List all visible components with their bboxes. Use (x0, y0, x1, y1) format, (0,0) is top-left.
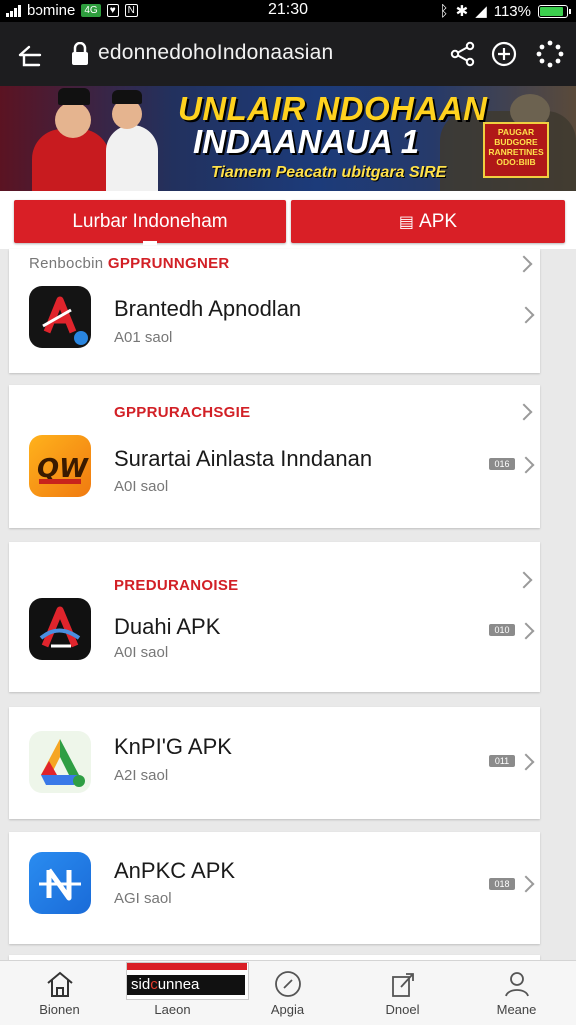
app-subtitle: AGI saol (114, 890, 172, 907)
back-icon[interactable] (14, 40, 44, 70)
app-subtitle: A01 saol (114, 329, 173, 346)
bottom-navigation: Bionen Laeon Apgia Dnoel Meane (0, 960, 576, 1025)
app-tag: 016 (489, 458, 515, 470)
app-title: Duahi APK (114, 614, 221, 639)
banner-subheadline: INDAANAUA 1 (193, 123, 420, 160)
app-title: AnPKC APK (114, 858, 236, 883)
section-title: GPPRUNNGNER (107, 255, 230, 272)
tab-bar: Lurbar Indoneham ▤ APK (0, 191, 576, 249)
chevron-right-icon[interactable] (517, 306, 535, 324)
nav-learn-label: Laeon (154, 1002, 191, 1017)
overlay-text-red: c (150, 976, 158, 993)
status-bar: bɔmine 4G ♥ N 21:30 ᛒ ✱ ◢ 113% (0, 0, 576, 22)
person-cap-1 (58, 88, 90, 105)
app-subtitle: A0I saol (114, 644, 169, 661)
chevron-right-icon[interactable] (515, 571, 533, 589)
nav-download[interactable]: Dnoel (345, 961, 460, 1025)
app-card-5[interactable]: AnPKC APK AGI saol 018 (9, 832, 540, 944)
section-prefix: Renbocbin (29, 255, 104, 272)
app-card-4[interactable]: KnPI'G APK A2I saol 011 (9, 707, 540, 819)
promo-banner[interactable]: UNLAIR NDOHAAN INDAANAUA 1 Tiamem Peacat… (0, 86, 576, 191)
bluetooth-icon: ᛒ (439, 2, 449, 20)
app-icon-2: QW (29, 435, 91, 497)
tab-indonesian[interactable]: Lurbar Indoneham (14, 200, 286, 245)
nav-home[interactable]: Bionen (2, 961, 117, 1025)
app-subtitle: A2I saol (114, 767, 169, 784)
overlay-text-pre: sid (131, 976, 151, 993)
url-text[interactable]: edonnedohoIndonaasian (98, 41, 333, 65)
battery-icon (538, 4, 571, 18)
app-title: Brantedh Apnodlan (114, 296, 302, 321)
nav-overlay-banner: sidcunnea (126, 962, 249, 1000)
chevron-right-icon[interactable] (515, 403, 533, 421)
person-figure-1 (32, 129, 110, 191)
app-title: Surartai Ainlasta Inndanan (114, 446, 373, 471)
home-icon (47, 971, 73, 997)
app-subtitle: A0I saol (114, 478, 169, 495)
active-tab-indicator (143, 241, 157, 245)
app-tag: 011 (489, 755, 515, 767)
menu-dots-icon[interactable] (535, 39, 565, 69)
person-head-1 (55, 102, 91, 138)
section-header-1: Renbocbin GPPRUNNGNER (29, 255, 230, 272)
tab-apk[interactable]: ▤ APK (291, 200, 565, 243)
nav-profile[interactable]: Meane (459, 961, 574, 1025)
bluetooth-icon-2: ✱ (455, 3, 469, 20)
section-header-3: PREDURANOISE (114, 577, 239, 594)
app-title: KnPI'G APK (114, 734, 232, 759)
section-header-2: GPPRURACHSGIE (114, 404, 251, 421)
chevron-right-icon[interactable] (517, 456, 535, 474)
app-card-2[interactable]: GPPRURACHSGIE QW Surartai Ainlasta Innda… (9, 385, 540, 528)
overlay-text: sidcunnea (127, 975, 245, 995)
person-figure-2 (106, 125, 158, 191)
app-icon-1 (29, 286, 91, 348)
nav-home-label: Bionen (39, 1002, 80, 1017)
chevron-right-icon[interactable] (517, 753, 535, 771)
app-icon-5 (29, 852, 91, 914)
person-cap-2 (112, 90, 142, 104)
nav-download-label: Dnoel (385, 1002, 420, 1017)
lock-icon (72, 42, 88, 65)
apk-icon: ▤ (398, 213, 415, 231)
app-card-3[interactable]: PREDURANOISE Duahi APK A0I saol 010 (9, 542, 540, 692)
banner-badge: PAUGAR BUDGORE RANRETINES ODO:BIIB (483, 122, 549, 178)
app-card-1[interactable]: Renbocbin GPPRUNNGNER Brantedh Apnodlan … (9, 249, 540, 373)
add-tab-icon[interactable] (489, 39, 519, 69)
compass-icon (275, 971, 301, 997)
banner-tagline: Tiamem Peacatn ubitgara SIRE (211, 164, 447, 181)
share-box-icon (392, 973, 414, 997)
nav-apps-label: Apgia (270, 1002, 305, 1017)
nav-profile-label: Meane (496, 1002, 537, 1017)
browser-url-bar: edonnedohoIndonaasian (0, 22, 576, 86)
tab-indonesian-label: Lurbar Indoneham (72, 210, 228, 232)
chevron-right-icon[interactable] (515, 255, 533, 273)
wifi-signal-icon: ◢ (475, 3, 487, 20)
chevron-right-icon[interactable] (517, 622, 535, 640)
app-tag: 018 (489, 878, 515, 890)
app-tag: 010 (489, 624, 515, 636)
chevron-right-icon[interactable] (517, 875, 535, 893)
profile-icon (505, 972, 529, 997)
tab-apk-label: APK (419, 210, 458, 232)
battery-percent: 113% (493, 2, 531, 20)
share-icon[interactable] (448, 39, 478, 69)
app-icon-3 (29, 598, 91, 660)
overlay-red-strip (127, 963, 247, 970)
overlay-text-post: unnea (157, 976, 200, 993)
app-icon-4 (29, 731, 91, 793)
